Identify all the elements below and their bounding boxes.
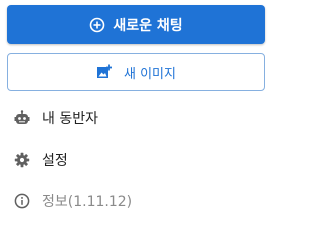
new-image-label: 새 이미지 [124,66,176,82]
side-menu: 새로운 채팅 새 이미지 내 동반자 설정 정보(1.11.12) [0,0,271,229]
info-label: 정보(1.11.12) [42,194,133,210]
menu-item-settings[interactable]: 설정 [14,150,68,170]
add-photo-icon [96,64,112,80]
companion-label: 내 동반자 [42,111,98,127]
new-chat-button[interactable]: 새로운 채팅 [7,5,265,44]
menu-item-companion[interactable]: 내 동반자 [14,108,98,128]
settings-label: 설정 [42,153,68,169]
new-image-button[interactable]: 새 이미지 [7,53,265,91]
new-chat-label: 새로운 채팅 [113,17,183,34]
menu-item-info[interactable]: 정보(1.11.12) [14,191,132,211]
info-circle-icon [14,193,30,209]
gear-icon [14,152,30,168]
robot-icon [14,110,30,126]
add-circle-icon [89,17,105,33]
